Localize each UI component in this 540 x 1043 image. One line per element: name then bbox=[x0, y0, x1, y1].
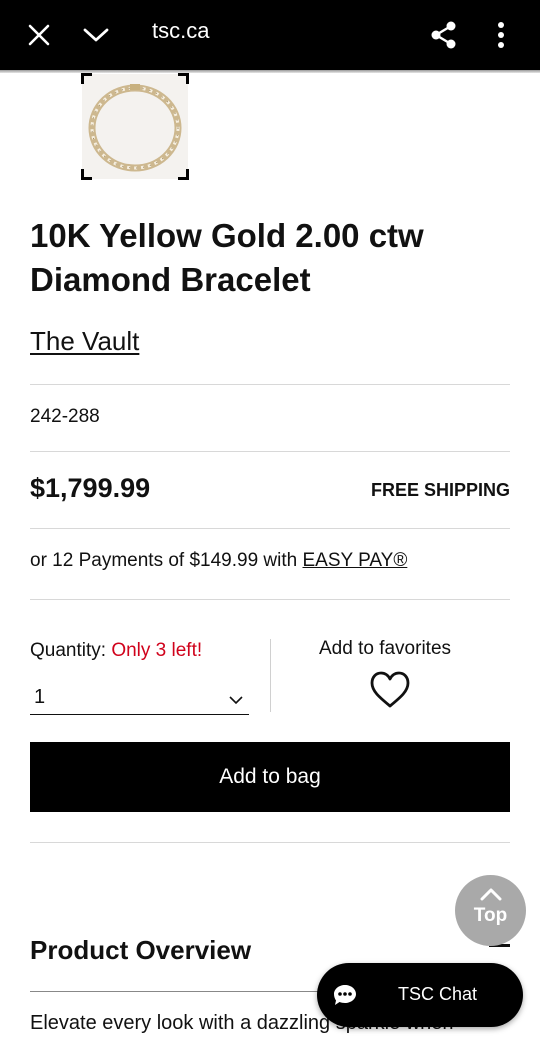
product-title: 10K Yellow Gold 2.00 ctw Diamond Bracele… bbox=[30, 214, 510, 302]
chevron-down-icon bbox=[229, 692, 243, 710]
divider bbox=[30, 384, 510, 385]
selection-corner bbox=[178, 169, 189, 180]
close-icon[interactable] bbox=[19, 15, 59, 55]
browser-toolbar: tsc.ca bbox=[0, 0, 540, 73]
product-price: $1,799.99 bbox=[30, 473, 151, 503]
selection-corner bbox=[178, 73, 189, 84]
vertical-divider bbox=[270, 639, 271, 712]
share-icon[interactable] bbox=[424, 15, 464, 55]
scroll-to-top-label: Top bbox=[473, 905, 508, 926]
chevron-down-icon[interactable] bbox=[76, 15, 116, 55]
add-to-favorites-label[interactable]: Add to favorites bbox=[319, 638, 451, 660]
tsc-chat-label: TSC Chat bbox=[398, 984, 478, 1004]
product-thumbnail[interactable] bbox=[81, 73, 189, 180]
stock-warning: Only 3 left! bbox=[111, 640, 203, 661]
brand-link[interactable]: The Vault bbox=[30, 326, 139, 357]
divider bbox=[30, 842, 510, 843]
quantity-label-text: Quantity: bbox=[30, 640, 112, 661]
shipping-badge: FREE SHIPPING bbox=[370, 480, 510, 500]
product-title-line2: Diamond Bracelet bbox=[30, 261, 311, 298]
add-to-bag-button[interactable]: Add to bag bbox=[30, 742, 510, 812]
heart-icon[interactable] bbox=[369, 670, 411, 715]
quantity-label: Quantity: Only 3 left! bbox=[30, 640, 202, 662]
divider bbox=[30, 528, 510, 529]
tsc-chat-button[interactable]: TSC Chat bbox=[317, 963, 523, 1027]
scroll-to-top-button[interactable]: Top bbox=[455, 875, 526, 946]
quantity-value: 1 bbox=[34, 686, 46, 708]
quantity-select[interactable]: 1 bbox=[30, 686, 249, 715]
more-options-icon[interactable] bbox=[481, 15, 521, 55]
bracelet-image bbox=[82, 74, 188, 179]
payment-plan-text: or 12 Payments of $149.99 with bbox=[30, 550, 303, 571]
product-overview-heading[interactable]: Product Overview bbox=[30, 935, 251, 966]
product-sku: 242-288 bbox=[30, 406, 100, 427]
divider bbox=[30, 451, 510, 452]
url-text[interactable]: tsc.ca bbox=[152, 17, 209, 45]
easy-pay-link[interactable]: EASY PAY® bbox=[303, 550, 408, 571]
selection-corner bbox=[81, 169, 92, 180]
selection-corner bbox=[81, 73, 92, 84]
payment-plan: or 12 Payments of $149.99 with EASY PAY® bbox=[30, 550, 407, 572]
chat-bubble-icon bbox=[333, 984, 357, 1011]
product-title-line1: 10K Yellow Gold 2.00 ctw bbox=[30, 217, 424, 254]
chevron-up-icon bbox=[480, 888, 502, 901]
divider bbox=[30, 599, 510, 600]
